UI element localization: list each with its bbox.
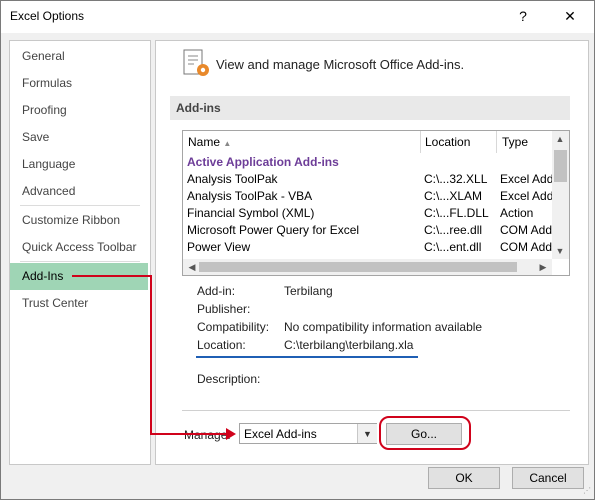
help-button[interactable]: ? — [508, 3, 538, 29]
sidebar-divider — [20, 261, 140, 262]
scroll-down-icon[interactable]: ▼ — [553, 246, 567, 256]
sidebar-item-formulas[interactable]: Formulas — [10, 70, 148, 97]
sidebar-item-general[interactable]: General — [10, 43, 148, 70]
table-cell-location[interactable]: C:\...XLAM — [424, 188, 482, 205]
sidebar-item-customize-ribbon[interactable]: Customize Ribbon — [10, 207, 148, 234]
section-label: Add-ins — [176, 101, 221, 115]
sidebar-item-trust-center[interactable]: Trust Center — [10, 290, 148, 317]
table-cell-type[interactable]: COM Add — [500, 222, 552, 239]
column-separator — [420, 131, 421, 153]
manage-divider — [182, 410, 570, 411]
scroll-up-icon[interactable]: ▲ — [553, 134, 567, 144]
table-cell-type[interactable]: Excel Add — [500, 188, 553, 205]
sidebar-item-quick-access-toolbar[interactable]: Quick Access Toolbar — [10, 234, 148, 261]
sort-ascending-icon: ▲ — [223, 139, 232, 148]
sidebar-item-proofing[interactable]: Proofing — [10, 97, 148, 124]
location-label: Location: — [197, 338, 246, 352]
column-header-location[interactable]: Location — [425, 131, 470, 153]
title-bar — [1, 1, 594, 33]
horizontal-scroll-thumb[interactable] — [199, 262, 517, 272]
table-cell-location[interactable]: C:\...ent.dll — [424, 239, 481, 256]
sidebar-item-language[interactable]: Language — [10, 151, 148, 178]
go-button-annotation-circle — [379, 416, 471, 450]
table-cell-name[interactable]: Analysis ToolPak — [187, 171, 278, 188]
table-cell-location[interactable]: C:\...32.XLL — [424, 171, 487, 188]
sidebar-divider — [20, 205, 140, 206]
column-header-type[interactable]: Type — [502, 131, 528, 153]
table-cell-type[interactable]: COM Add — [500, 239, 552, 256]
annotation-arrow-segment — [150, 275, 152, 435]
group-label: Active Application Add-ins — [187, 155, 339, 169]
table-cell-location[interactable]: C:\...ree.dll — [424, 222, 482, 239]
table-cell-type[interactable]: Excel Add — [500, 171, 553, 188]
close-button[interactable]: ✕ — [555, 3, 585, 29]
cancel-button[interactable]: Cancel — [512, 467, 584, 489]
sidebar-item-save[interactable]: Save — [10, 124, 148, 151]
manage-label: Manage: — [184, 428, 231, 442]
table-cell-location[interactable]: C:\...FL.DLL — [424, 205, 489, 222]
page-header: View and manage Microsoft Office Add-ins… — [216, 57, 465, 72]
column-header-name[interactable]: Name ▲ — [188, 131, 231, 153]
table-cell-name[interactable]: Microsoft Power Query for Excel — [187, 222, 359, 239]
section-bar — [170, 96, 570, 120]
location-annotation-underline — [196, 356, 418, 358]
compatibility-label: Compatibility: — [197, 320, 270, 334]
addin-label: Add-in: — [197, 284, 236, 298]
annotation-arrow-segment — [72, 275, 152, 277]
annotation-arrow-head-icon — [226, 428, 236, 440]
table-cell-name[interactable]: Analysis ToolPak - VBA — [187, 188, 312, 205]
description-label: Description: — [197, 372, 261, 386]
location-value: C:\terbilang\terbilang.xla — [284, 338, 414, 352]
vertical-scroll-thumb[interactable] — [554, 150, 567, 182]
publisher-label: Publisher: — [197, 302, 251, 316]
table-cell-name[interactable]: Power View — [187, 239, 250, 256]
scroll-left-icon[interactable]: ◀ — [185, 262, 199, 273]
annotation-arrow-segment — [150, 433, 230, 435]
scroll-right-icon[interactable]: ▶ — [536, 262, 550, 273]
chevron-down-icon[interactable]: ▼ — [357, 424, 377, 443]
table-cell-type[interactable]: Action — [500, 205, 533, 222]
resize-grip-icon[interactable]: ⋰ — [583, 487, 591, 495]
manage-select-value[interactable]: Excel Add-ins — [244, 427, 317, 441]
window-title: Excel Options — [10, 9, 85, 23]
sidebar-item-advanced[interactable]: Advanced — [10, 178, 148, 205]
addin-value: Terbilang — [284, 284, 333, 298]
table-cell-name[interactable]: Financial Symbol (XML) — [187, 205, 314, 222]
compatibility-value: No compatibility information available — [284, 320, 483, 334]
addins-settings-icon — [183, 49, 209, 76]
ok-button[interactable]: OK — [428, 467, 500, 489]
column-separator — [496, 131, 497, 153]
